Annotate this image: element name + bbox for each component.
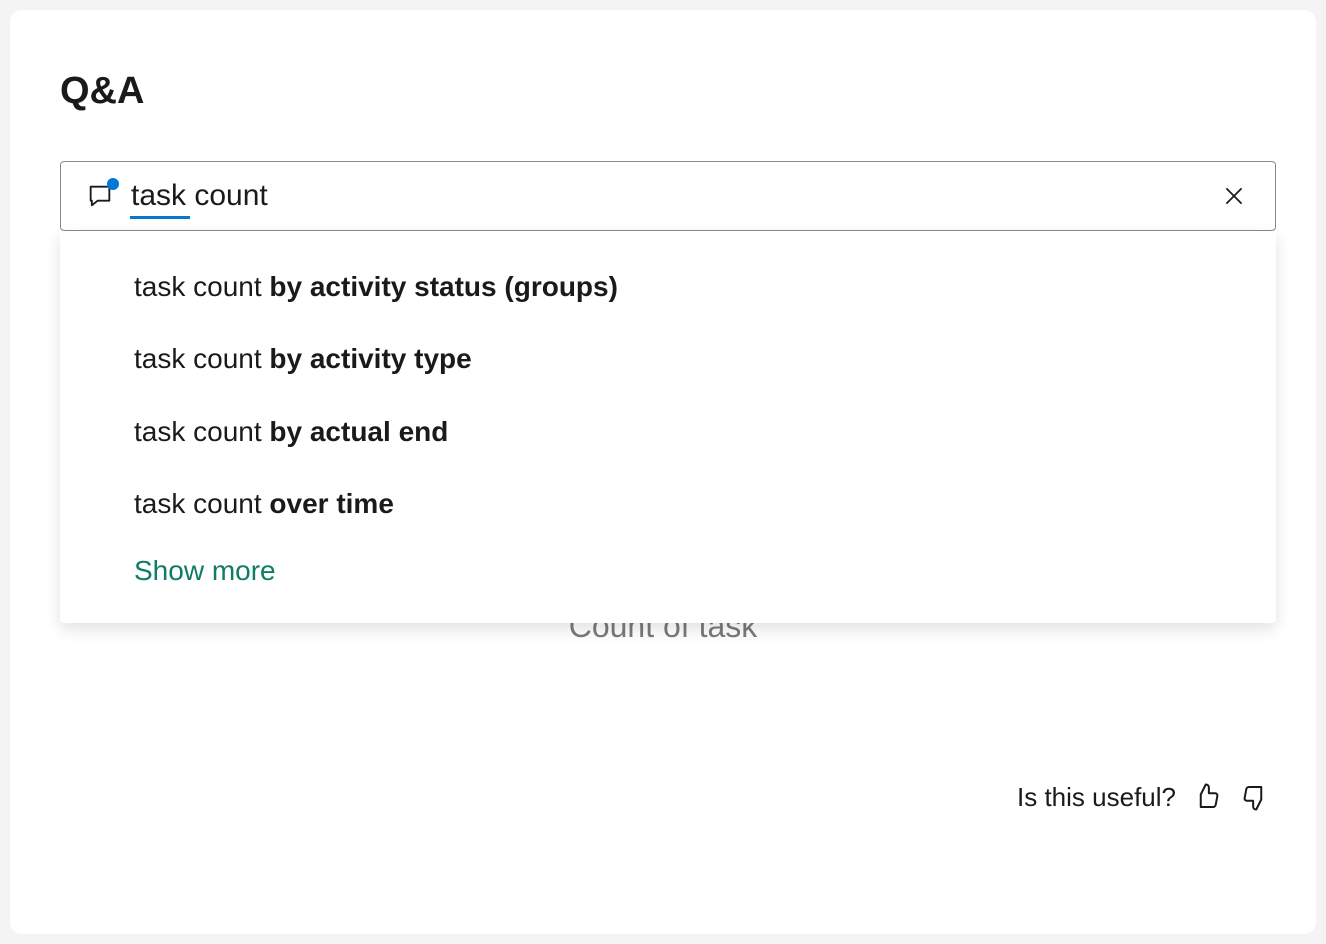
suggestion-item[interactable]: task count by activity type [60, 323, 1276, 395]
close-icon [1221, 183, 1247, 209]
search-wrapper: task count by activity status (groups) t… [60, 161, 1276, 231]
thumbs-up-icon [1192, 782, 1222, 812]
thumbs-down-button[interactable] [1238, 780, 1272, 814]
suggestion-prefix: task count [134, 343, 269, 374]
term-underline [130, 216, 190, 219]
suggestion-prefix: task count [134, 488, 269, 519]
suggestions-dropdown: task count by activity status (groups) t… [60, 231, 1276, 623]
thumbs-down-icon [1240, 782, 1270, 812]
suggestion-prefix: task count [134, 271, 269, 302]
page-title: Q&A [60, 70, 1276, 113]
thumbs-up-button[interactable] [1190, 780, 1224, 814]
suggestion-prefix: task count [134, 416, 269, 447]
suggestion-bold: over time [269, 488, 394, 519]
feedback-bar: Is this useful? [1017, 780, 1272, 814]
suggestion-item[interactable]: task count by activity status (groups) [60, 251, 1276, 323]
qna-input[interactable] [131, 179, 1217, 213]
feedback-prompt: Is this useful? [1017, 782, 1176, 813]
chat-icon [85, 182, 115, 210]
search-box[interactable] [60, 161, 1276, 231]
suggestion-bold: by activity type [269, 343, 471, 374]
suggestion-bold: by activity status (groups) [269, 271, 618, 302]
show-more-link[interactable]: Show more [60, 541, 1276, 595]
suggestion-item[interactable]: task count by actual end [60, 396, 1276, 468]
qna-card: Q&A task count by activity status (group… [10, 10, 1316, 934]
notification-dot-icon [107, 178, 119, 190]
clear-button[interactable] [1217, 179, 1251, 213]
suggestion-bold: by actual end [269, 416, 448, 447]
suggestion-item[interactable]: task count over time [60, 468, 1276, 540]
